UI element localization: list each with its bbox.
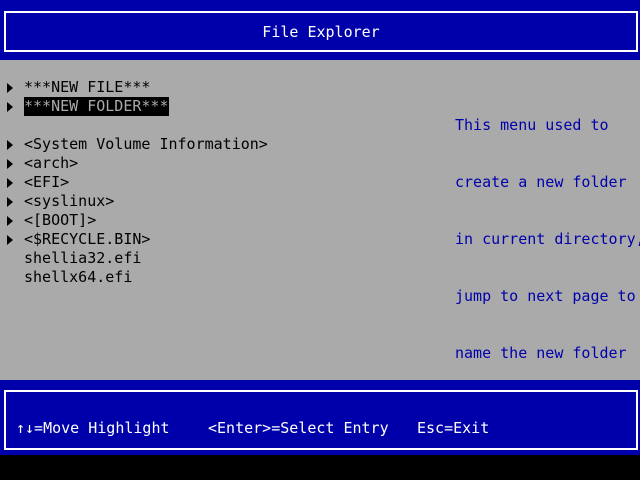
entry-label: <[BOOT]> bbox=[24, 211, 97, 229]
entry-label: shellia32.efi bbox=[24, 249, 142, 267]
bottom-strip bbox=[0, 455, 640, 480]
footer-move-hint: ↑↓=Move Highlight bbox=[16, 419, 170, 437]
help-line: This menu used to bbox=[455, 116, 609, 134]
entry-new-folder[interactable]: ***NEW FOLDER*** bbox=[0, 97, 440, 116]
file-explorer-screen: File Explorer ***NEW FILE*** ***NEW FOLD… bbox=[0, 0, 640, 480]
main-panel: ***NEW FILE*** ***NEW FOLDER*** <System … bbox=[0, 60, 640, 380]
triangle-right-icon bbox=[7, 216, 13, 226]
triangle-right-icon bbox=[7, 197, 13, 207]
entry-label: shellx64.efi bbox=[24, 268, 133, 286]
entry-folder-system-volume-information[interactable]: <System Volume Information> bbox=[0, 135, 440, 154]
help-line: create a new folder bbox=[455, 173, 627, 191]
entry-label: ***NEW FILE*** bbox=[24, 78, 151, 96]
title-bar: File Explorer bbox=[0, 0, 640, 60]
help-text: This menu used to create a new folder in… bbox=[455, 78, 640, 401]
title-box: File Explorer bbox=[4, 11, 638, 52]
triangle-right-icon bbox=[7, 235, 13, 245]
triangle-right-icon bbox=[7, 178, 13, 188]
triangle-right-icon bbox=[7, 140, 13, 150]
footer-exit-hint: Esc=Exit bbox=[417, 419, 490, 437]
triangle-right-icon bbox=[7, 83, 13, 93]
entry-label: <EFI> bbox=[24, 173, 70, 191]
entry-file-shellx64[interactable]: shellx64.efi bbox=[0, 268, 440, 287]
triangle-right-icon bbox=[7, 159, 13, 169]
footer-bar: ↑↓=Move Highlight <Enter>=Select Entry E… bbox=[0, 380, 640, 455]
entry-label: <$RECYCLE.BIN> bbox=[24, 230, 151, 248]
entry-folder-recycle-bin[interactable]: <$RECYCLE.BIN> bbox=[0, 230, 440, 249]
triangle-right-icon bbox=[7, 102, 13, 112]
entry-new-file[interactable]: ***NEW FILE*** bbox=[0, 78, 440, 97]
entry-folder-efi[interactable]: <EFI> bbox=[0, 173, 440, 192]
footer-box: ↑↓=Move Highlight <Enter>=Select Entry E… bbox=[4, 390, 638, 450]
entry-folder-syslinux[interactable]: <syslinux> bbox=[0, 192, 440, 211]
entry-label: <arch> bbox=[24, 154, 79, 172]
entry-folder-boot[interactable]: <[BOOT]> bbox=[0, 211, 440, 230]
page-title: File Explorer bbox=[262, 22, 380, 41]
entry-label: <System Volume Information> bbox=[24, 135, 268, 153]
footer-select-hint: <Enter>=Select Entry bbox=[208, 419, 389, 437]
entry-label: ***NEW FOLDER*** bbox=[24, 97, 169, 116]
help-line: jump to next page to bbox=[455, 287, 636, 305]
help-line: name the new folder bbox=[455, 344, 627, 362]
entry-file-shellia32[interactable]: shellia32.efi bbox=[0, 249, 440, 268]
help-line: in current directory, bbox=[455, 230, 640, 248]
entry-label: <syslinux> bbox=[24, 192, 115, 210]
entry-list: ***NEW FILE*** ***NEW FOLDER*** <System … bbox=[0, 78, 440, 287]
entry-folder-arch[interactable]: <arch> bbox=[0, 154, 440, 173]
